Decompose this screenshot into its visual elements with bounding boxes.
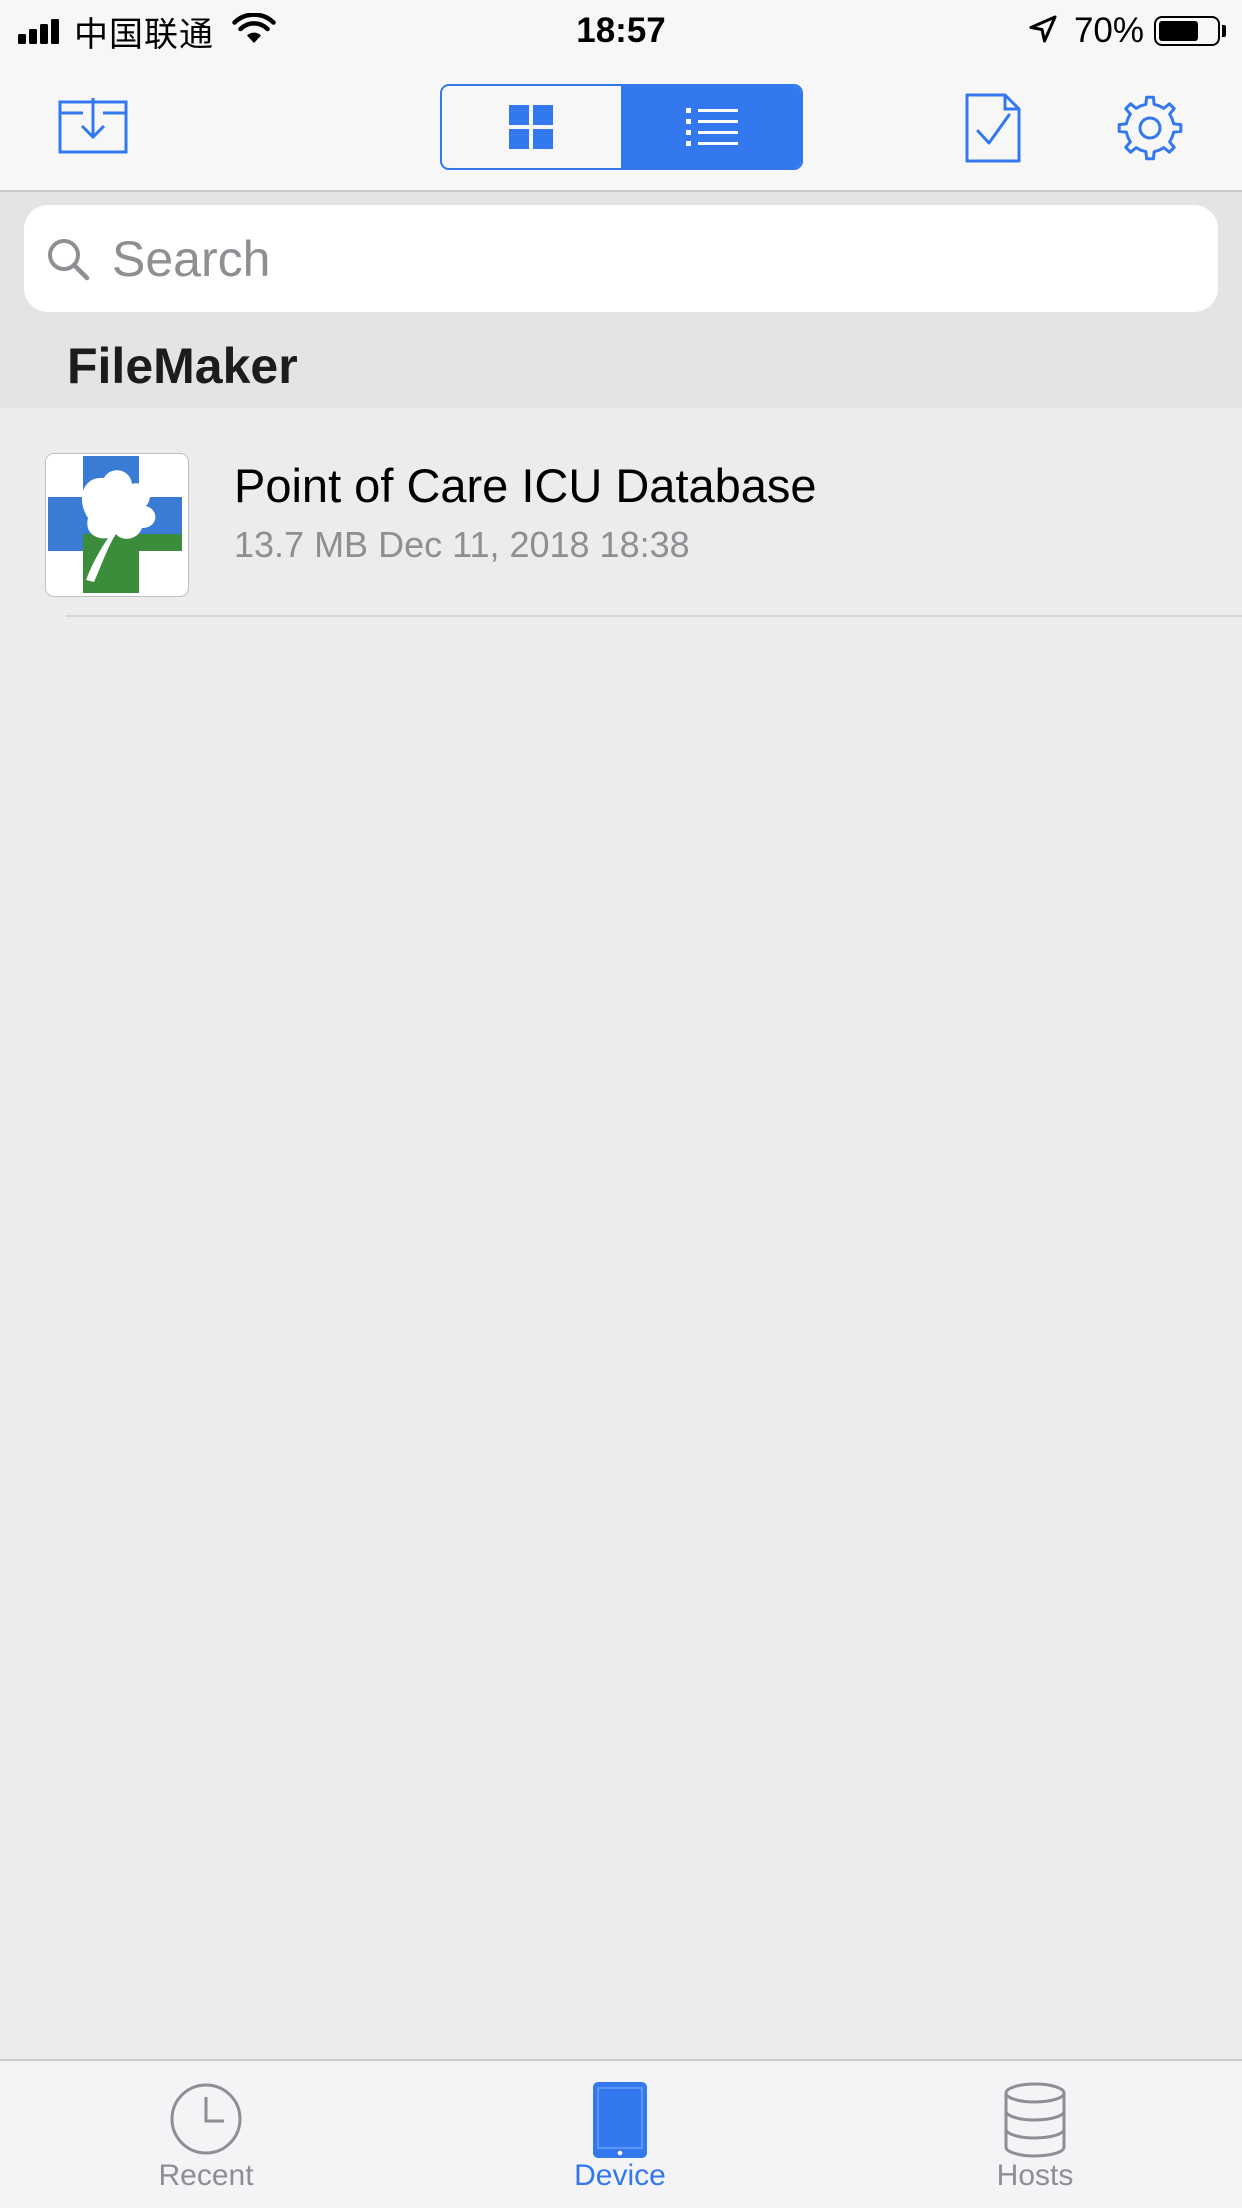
settings-button[interactable] (1110, 88, 1190, 168)
tab-recent[interactable]: Recent (106, 2061, 306, 2208)
battery-fill (1159, 21, 1198, 41)
list-view-button[interactable] (622, 86, 801, 168)
file-thumbnail (45, 453, 189, 597)
file-details: 13.7 MB Dec 11, 2018 18:38 (234, 524, 690, 565)
battery-percent: 70% (1073, 11, 1144, 50)
grid-icon (509, 105, 554, 149)
search-field[interactable] (24, 205, 1218, 312)
tab-bar: Recent Device Hosts (0, 2059, 1242, 2208)
clock-icon (170, 2083, 242, 2155)
status-right: 70% (1028, 8, 1226, 54)
tab-hosts[interactable]: Hosts (935, 2061, 1135, 2208)
search-icon (48, 238, 90, 280)
document-checkmark-icon (965, 93, 1021, 163)
view-mode-segmented-control (440, 84, 803, 170)
tab-label-hosts: Hosts (996, 2159, 1074, 2192)
section-title: FileMaker (67, 338, 298, 394)
gear-icon (1117, 95, 1183, 161)
import-button[interactable] (50, 90, 136, 162)
tab-device[interactable]: Device (520, 2061, 720, 2208)
status-bar: 中国联通 18:57 70% (0, 0, 1242, 62)
database-logo-icon (46, 454, 187, 595)
list-icon (685, 108, 738, 146)
toolbar (0, 62, 1242, 192)
tablet-icon (593, 2082, 647, 2158)
row-divider (66, 615, 1242, 617)
search-input[interactable] (112, 229, 1162, 288)
tray-arrow-down-icon (58, 98, 128, 154)
battery-tip (1222, 25, 1226, 37)
tab-label-device: Device (574, 2159, 666, 2192)
database-icon (1004, 2082, 1066, 2158)
section-header: FileMaker (0, 324, 1242, 408)
location-arrow-icon (1028, 14, 1058, 49)
tab-label-recent: Recent (158, 2159, 254, 2192)
search-area (0, 192, 1242, 324)
file-list: Point of Care ICU Database 13.7 MB Dec 1… (0, 408, 1242, 618)
file-row[interactable]: Point of Care ICU Database 13.7 MB Dec 1… (0, 408, 1242, 617)
select-files-button[interactable] (958, 86, 1028, 170)
battery-icon (1154, 16, 1220, 46)
grid-view-button[interactable] (442, 86, 623, 168)
file-name: Point of Care ICU Database (234, 459, 817, 512)
